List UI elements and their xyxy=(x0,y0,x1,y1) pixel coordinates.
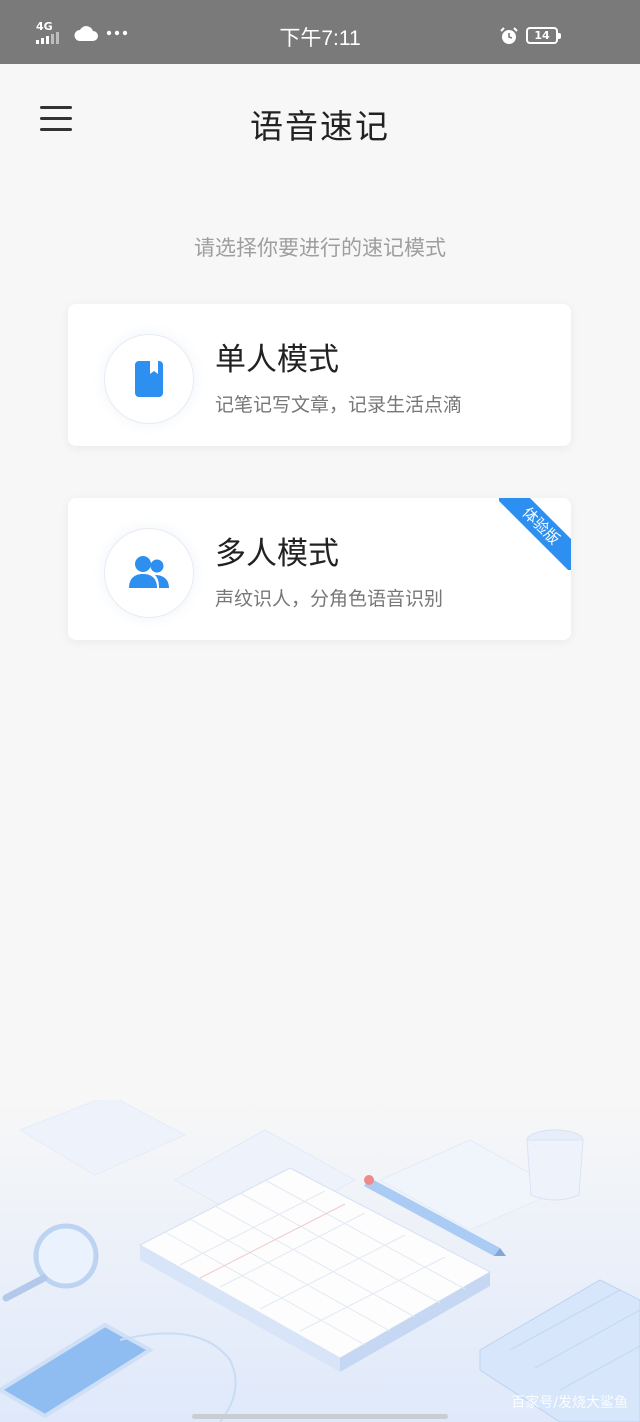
single-mode-icon-circle xyxy=(104,334,194,424)
multi-mode-description: 声纹识人，分角色语音识别 xyxy=(215,588,444,610)
trial-ribbon: 体验版 xyxy=(499,498,571,570)
alarm-icon xyxy=(500,27,518,44)
multi-mode-title: 多人模式 xyxy=(215,536,339,572)
multi-mode-icon-circle xyxy=(104,528,194,618)
status-bar: 4G 下午7:11 14 xyxy=(0,0,640,64)
desk-illustration xyxy=(0,1100,640,1422)
watermark: 百家号/发烧大鲨鱼 xyxy=(511,1395,628,1411)
book-icon xyxy=(135,361,163,397)
trial-badge: 体验版 xyxy=(499,498,571,570)
page-title: 语音速记 xyxy=(250,107,390,146)
single-mode-description: 记笔记写文章，记录生活点滴 xyxy=(215,394,463,416)
single-mode-title: 单人模式 xyxy=(215,342,339,378)
users-icon xyxy=(129,556,169,588)
multi-mode-card[interactable]: 多人模式 声纹识人，分角色语音识别 体验版 xyxy=(68,498,571,640)
home-indicator[interactable] xyxy=(192,1414,448,1419)
mode-prompt: 请选择你要进行的速记模式 xyxy=(194,236,446,260)
single-mode-card[interactable]: 单人模式 记笔记写文章，记录生活点滴 xyxy=(68,304,571,446)
battery-icon: 14 xyxy=(526,27,561,44)
